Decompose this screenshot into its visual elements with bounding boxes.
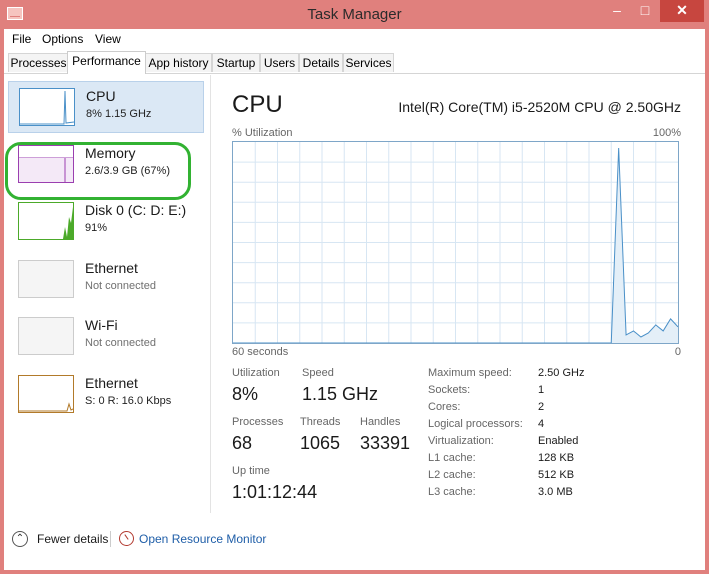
spec-value-max-speed: 2.50 GHz: [538, 367, 585, 379]
spec-label-l2-cache: L2 cache:: [428, 469, 476, 481]
spec-value-cores: 2: [538, 401, 545, 413]
spec-label-cores: Cores:: [428, 401, 461, 413]
close-button[interactable]: ✕: [660, 0, 704, 22]
tab-services[interactable]: Services: [343, 53, 394, 72]
graph-y-label: % Utilization: [232, 127, 293, 139]
resource-sidebar: CPU 8% 1.15 GHz Memory 2.6/3.9 GB (67%) …: [4, 75, 211, 513]
tab-app-history[interactable]: App history: [145, 53, 212, 72]
spec-value-logical-processors: 4: [538, 418, 545, 430]
sidebar-item-disk[interactable]: Disk 0 (C: D: E:) 91%: [8, 196, 204, 248]
sidebar-item-ethernet-1[interactable]: Ethernet Not connected: [8, 254, 204, 306]
graph-y-max: 100%: [652, 127, 681, 139]
menu-view[interactable]: View: [95, 32, 121, 46]
processes-label: Processes: [232, 416, 284, 428]
footer-separator: [110, 531, 111, 547]
sidebar-detail-ethernet-2: S: 0 R: 16.0 Kbps: [85, 395, 172, 407]
footer-bar: ⌃ Fewer details Open Resource Monitor: [4, 519, 705, 559]
sidebar-label-ethernet-2: Ethernet: [85, 375, 138, 391]
resource-monitor-icon[interactable]: [119, 531, 134, 546]
tab-performance[interactable]: Performance: [67, 51, 146, 74]
spec-value-sockets: 1: [538, 384, 545, 396]
title-bar[interactable]: Task Manager – □ ✕: [0, 0, 709, 29]
spec-label-virtualization: Virtualization:: [428, 435, 494, 447]
spec-label-sockets: Sockets:: [428, 384, 471, 396]
processor-name: Intel(R) Core(TM) i5-2520M CPU @ 2.50GHz: [398, 99, 681, 115]
spec-label-l3-cache: L3 cache:: [428, 486, 476, 498]
speed-label: Speed: [302, 367, 334, 379]
speed-value: 1.15 GHz: [302, 384, 379, 404]
graph-time-label: 60 seconds: [232, 346, 289, 358]
spec-value-l3-cache: 3.0 MB: [538, 486, 573, 498]
handles-label: Handles: [360, 416, 401, 428]
sidebar-detail-wifi: Not connected: [85, 337, 156, 349]
spec-value-l2-cache: 512 KB: [538, 469, 575, 481]
page-title: CPU: [232, 91, 283, 118]
ethernet-2-thumbnail-graph: [18, 375, 74, 413]
spec-value-l1-cache: 128 KB: [538, 452, 575, 464]
spec-value-virtualization: Enabled: [538, 435, 579, 447]
threads-label: Threads: [300, 416, 341, 428]
sidebar-item-wifi[interactable]: Wi-Fi Not connected: [8, 311, 204, 363]
client-area: File Options View Processes Performance …: [4, 29, 705, 570]
uptime-value: 1:01:12:44: [232, 482, 318, 502]
menu-options[interactable]: Options: [42, 32, 83, 46]
spec-label-l1-cache: L1 cache:: [428, 452, 476, 464]
tab-processes[interactable]: Processes: [8, 53, 69, 72]
cpu-graph-canvas: [233, 142, 679, 344]
disk-thumbnail-graph: [18, 202, 74, 240]
cpu-detail-panel: CPU Intel(R) Core(TM) i5-2520M CPU @ 2.5…: [210, 75, 705, 513]
sidebar-label-cpu: CPU: [86, 88, 116, 104]
tab-users[interactable]: Users: [260, 53, 299, 72]
memory-highlight-annotation: [5, 142, 191, 200]
fewer-details-button[interactable]: Fewer details: [37, 532, 108, 546]
tab-startup[interactable]: Startup: [212, 53, 260, 72]
sidebar-label-disk: Disk 0 (C: D: E:): [85, 202, 187, 218]
cpu-thumbnail-graph: [19, 88, 75, 126]
spec-label-max-speed: Maximum speed:: [428, 367, 512, 379]
task-manager-window: Task Manager – □ ✕ File Options View Pro…: [0, 0, 709, 574]
menu-bar: File Options View: [4, 29, 705, 49]
sidebar-detail-disk: 91%: [85, 222, 108, 234]
tab-strip: Processes Performance App history Startu…: [4, 51, 705, 74]
graph-y-min: 0: [674, 346, 681, 358]
menu-file[interactable]: File: [12, 32, 31, 46]
processes-value: 68: [232, 433, 253, 453]
sidebar-item-ethernet-2[interactable]: Ethernet S: 0 R: 16.0 Kbps: [8, 369, 204, 421]
open-resource-monitor-link[interactable]: Open Resource Monitor: [139, 532, 266, 546]
threads-value: 1065: [300, 433, 341, 453]
ethernet-thumbnail-graph: [18, 260, 74, 298]
handles-value: 33391: [360, 433, 411, 453]
uptime-label: Up time: [232, 465, 270, 477]
cpu-utilization-graph: [232, 141, 679, 344]
spec-label-logical-processors: Logical processors:: [428, 418, 523, 430]
sidebar-detail-ethernet: Not connected: [85, 280, 156, 292]
sidebar-item-cpu[interactable]: CPU 8% 1.15 GHz: [8, 81, 204, 133]
utilization-value: 8%: [232, 384, 259, 404]
chevron-up-icon[interactable]: ⌃: [12, 531, 28, 547]
sidebar-label-wifi: Wi-Fi: [85, 317, 118, 333]
wifi-thumbnail-graph: [18, 317, 74, 355]
tab-details[interactable]: Details: [299, 53, 343, 72]
maximize-button[interactable]: □: [631, 0, 659, 22]
utilization-label: Utilization: [232, 367, 280, 379]
minimize-button[interactable]: –: [603, 0, 631, 22]
sidebar-label-ethernet: Ethernet: [85, 260, 138, 276]
sidebar-detail-cpu: 8% 1.15 GHz: [86, 108, 152, 120]
